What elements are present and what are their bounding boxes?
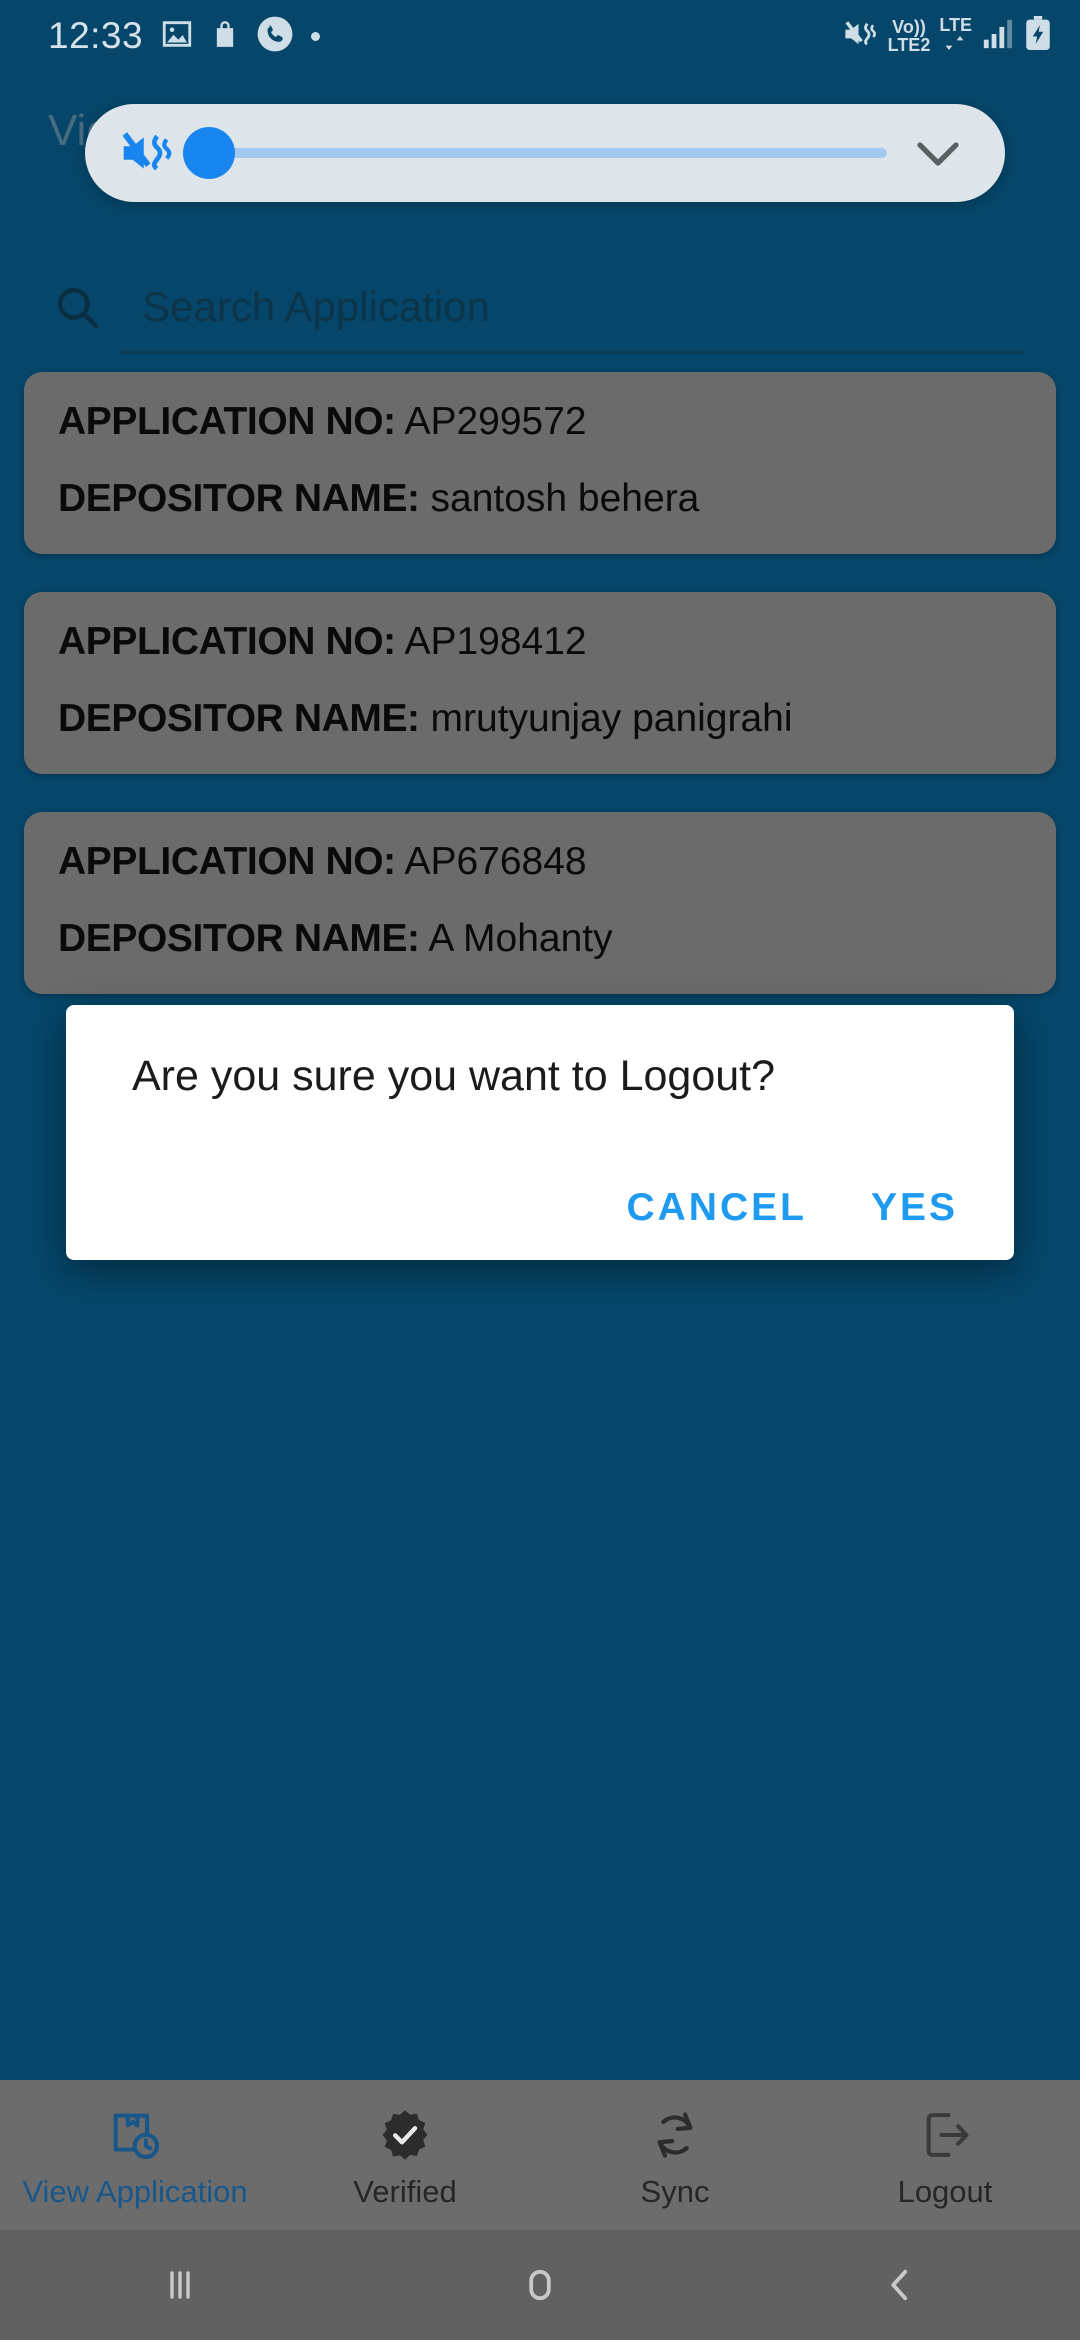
volte-label: Vo)) <box>892 17 926 37</box>
depositor-name-value: A Mohanty <box>428 916 613 960</box>
volume-mute-vibrate-icon[interactable] <box>115 125 177 181</box>
volume-slider-thumb[interactable] <box>183 127 235 179</box>
volte-sim2-label: Vo)) LTE2 <box>888 18 931 54</box>
sync-refresh-icon <box>647 2104 703 2166</box>
application-no-line: APPLICATION NO: AP299572 <box>58 400 1022 443</box>
phone-circle-icon <box>256 15 294 58</box>
depositor-name-label: DEPOSITOR NAME: <box>58 476 420 520</box>
chevron-down-icon[interactable] <box>905 133 971 173</box>
nav-item-verified[interactable]: Verified <box>270 2080 540 2230</box>
application-no-value: AP198412 <box>404 619 587 663</box>
application-no-line: APPLICATION NO: AP676848 <box>58 839 1022 883</box>
application-no-value: AP299572 <box>404 400 587 443</box>
status-bar: 12:33 Vo)) LTE2 LTE <box>0 0 1080 72</box>
lte-data-label: LTE <box>939 16 972 57</box>
dialog-actions: CANCEL YES <box>132 1186 974 1230</box>
status-bar-left: 12:33 <box>48 15 321 58</box>
sim2-label: LTE2 <box>887 35 931 55</box>
nav-item-logout[interactable]: Logout <box>810 2080 1080 2230</box>
gallery-icon <box>160 17 194 56</box>
application-list: APPLICATION NO: AP299572 DEPOSITOR NAME:… <box>0 372 1080 1032</box>
depositor-name-label: DEPOSITOR NAME: <box>58 696 420 740</box>
application-no-value: AP676848 <box>404 839 587 883</box>
system-navigation-bar <box>0 2230 1080 2340</box>
logout-confirm-dialog: Are you sure you want to Logout? CANCEL … <box>66 1005 1014 1260</box>
shopping-bag-icon <box>211 18 239 55</box>
table-row[interactable]: APPLICATION NO: AP299572 DEPOSITOR NAME:… <box>24 372 1056 554</box>
home-icon[interactable] <box>360 2261 720 2309</box>
depositor-name-value: santosh behera <box>430 476 700 520</box>
signal-bars-icon <box>981 17 1015 56</box>
status-bar-right: Vo)) LTE2 LTE <box>841 15 1052 57</box>
yes-button[interactable]: YES <box>871 1186 958 1230</box>
depositor-name-value: mrutyunjay panigrahi <box>430 696 793 740</box>
bottom-navigation: View Application Verified Sync Logout <box>0 2080 1080 2230</box>
mute-vibrate-icon <box>841 16 879 57</box>
dot-indicator <box>311 31 321 41</box>
nav-label-view-application: View Application <box>22 2173 248 2209</box>
nav-label-sync: Sync <box>640 2173 710 2209</box>
nav-label-logout: Logout <box>897 2173 993 2209</box>
phone-screen: View Application APPLICATION NO: AP29957… <box>0 0 1080 2340</box>
table-row[interactable]: APPLICATION NO: AP676848 DEPOSITOR NAME:… <box>24 811 1056 994</box>
search-underline <box>120 351 1024 354</box>
application-no-line: APPLICATION NO: AP198412 <box>58 619 1022 663</box>
recents-icon[interactable] <box>0 2261 360 2309</box>
nav-item-sync[interactable]: Sync <box>540 2080 810 2230</box>
battery-charging-icon <box>1024 15 1052 57</box>
package-clock-icon <box>106 2104 164 2166</box>
volume-panel[interactable] <box>85 104 1005 202</box>
depositor-name-line: DEPOSITOR NAME: mrutyunjay panigrahi <box>58 696 1022 740</box>
volume-slider-track <box>183 148 887 158</box>
depositor-name-line: DEPOSITOR NAME: A Mohanty <box>58 916 1022 960</box>
back-icon[interactable] <box>720 2261 1080 2309</box>
volume-slider[interactable] <box>183 104 887 202</box>
lte-label: LTE <box>939 14 972 35</box>
application-no-label: APPLICATION NO: <box>58 839 396 883</box>
verified-badge-icon <box>377 2104 433 2166</box>
search-icon <box>52 282 118 332</box>
cancel-button[interactable]: CANCEL <box>626 1186 807 1230</box>
search-bar[interactable] <box>0 252 1080 362</box>
application-no-label: APPLICATION NO: <box>58 619 396 663</box>
search-input[interactable] <box>118 283 1024 331</box>
depositor-name-line: DEPOSITOR NAME: santosh behera <box>58 476 1022 520</box>
nav-item-view-application[interactable]: View Application <box>0 2080 270 2230</box>
logout-exit-icon <box>917 2104 973 2166</box>
nav-label-verified: Verified <box>353 2173 457 2209</box>
table-row[interactable]: APPLICATION NO: AP198412 DEPOSITOR NAME:… <box>24 591 1056 774</box>
data-transfer-icon <box>943 34 969 57</box>
application-no-label: APPLICATION NO: <box>58 400 396 443</box>
dialog-message: Are you sure you want to Logout? <box>132 1052 776 1100</box>
status-clock: 12:33 <box>48 15 144 56</box>
depositor-name-label: DEPOSITOR NAME: <box>58 916 420 960</box>
